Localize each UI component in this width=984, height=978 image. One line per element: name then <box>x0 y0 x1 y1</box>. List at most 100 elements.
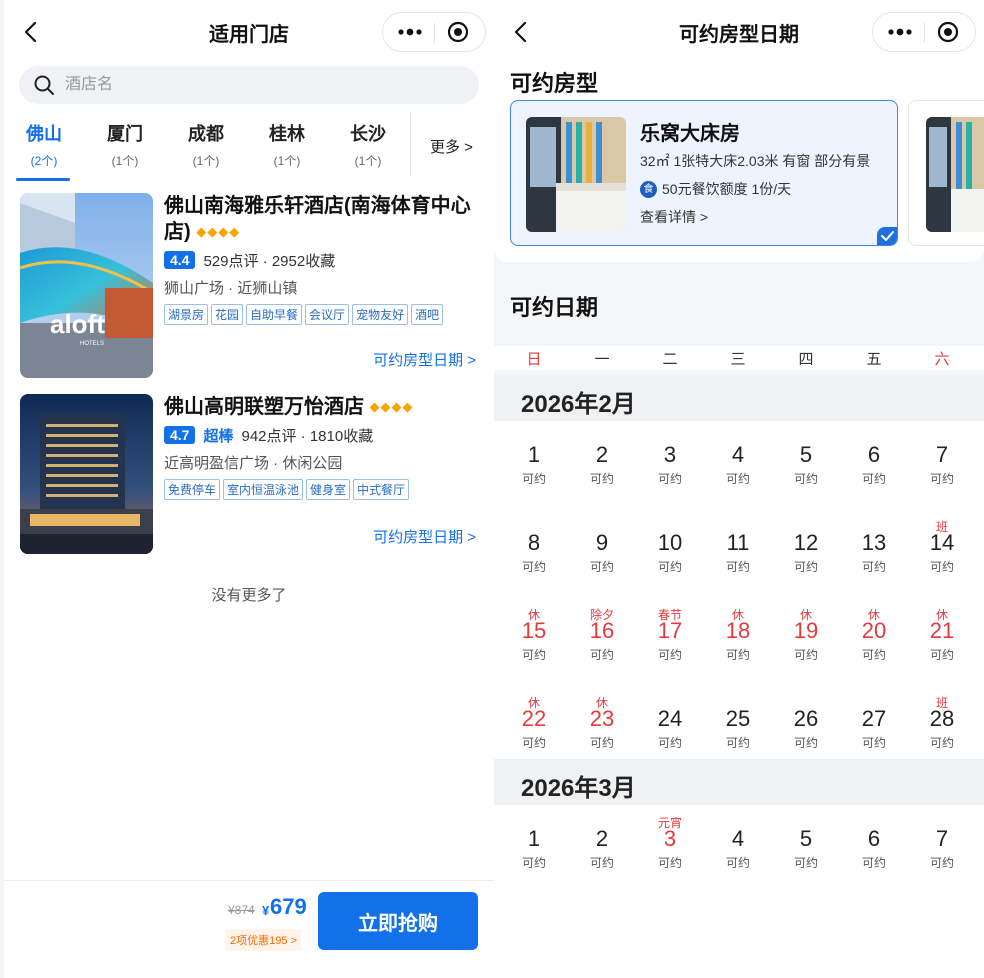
tab-changsha[interactable]: 长沙 (1个) <box>328 120 408 169</box>
day-number: 10 <box>657 530 683 555</box>
calendar-day[interactable]: 4 可约 <box>708 810 768 890</box>
tab-guilin[interactable]: 桂林 (1个) <box>247 120 327 169</box>
calendar-day[interactable]: 27 可约 <box>844 690 904 770</box>
day-availability: 可约 <box>589 472 614 486</box>
calendar-day[interactable]: 休 15 可约 <box>504 602 564 682</box>
day-number: 2 <box>595 442 609 467</box>
calendar-day[interactable]: 12 可约 <box>776 514 836 594</box>
hotel-photo: aloft HOTELS <box>20 193 153 378</box>
calendar-day[interactable]: 7 可约 <box>912 810 972 890</box>
calendar-day[interactable]: 7 可约 <box>912 426 972 506</box>
sale-price: 679 <box>270 894 307 919</box>
calendar-day[interactable]: 5 可约 <box>776 810 836 890</box>
hotel-card[interactable]: aloft HOTELS 佛山南海雅乐轩酒店(南海体育中心店) ◆◆◆◆ 4.4… <box>20 193 480 379</box>
close-target-icon[interactable] <box>937 21 959 43</box>
day-availability: 可约 <box>793 856 818 870</box>
day-availability: 可约 <box>521 856 546 870</box>
calendar-day[interactable]: 2 可约 <box>572 426 632 506</box>
weekday-label: 日 <box>526 351 542 368</box>
promo-badge[interactable]: 2项优惠195 > <box>226 929 301 951</box>
calendar-day[interactable]: 9 可约 <box>572 514 632 594</box>
calendar-day[interactable]: 休 22 可约 <box>504 690 564 770</box>
facility-tag: 湖景房 <box>164 304 209 325</box>
calendar-day[interactable]: 6 可约 <box>844 810 904 890</box>
calendar-day[interactable]: 1 可约 <box>504 810 564 890</box>
tab-foshan[interactable]: 佛山 (2个) <box>4 120 84 181</box>
day-number: 17 <box>657 618 683 643</box>
room-dates-link[interactable]: 可约房型日期 > <box>373 526 476 547</box>
room-dates-link[interactable]: 可约房型日期 > <box>373 349 476 370</box>
day-number: 3 <box>663 442 677 467</box>
hotel-photo <box>20 394 153 554</box>
calendar-day[interactable]: 5 可约 <box>776 426 836 506</box>
tabs-more-button[interactable]: 更多 > <box>430 136 473 157</box>
original-price: ¥874 <box>228 903 255 917</box>
day-number: 21 <box>929 618 955 643</box>
calendar-day[interactable]: 休 18 可约 <box>708 602 768 682</box>
more-dots-icon[interactable] <box>397 21 423 43</box>
hotel-card[interactable]: 佛山高明联塑万怡酒店 ◆◆◆◆ 4.7 超棒 942点评 · 1810收藏 近高… <box>20 394 480 580</box>
tab-xiamen[interactable]: 厦门 (1个) <box>85 120 165 169</box>
month-title: 2026年2月 <box>521 391 636 418</box>
nav-bar: 可约房型日期 <box>494 0 984 64</box>
day-number: 8 <box>527 530 541 555</box>
calendar-day[interactable]: 2 可约 <box>572 810 632 890</box>
calendar-day[interactable]: 26 可约 <box>776 690 836 770</box>
perk-text: 50元餐饮额度 1份/天 <box>662 181 792 197</box>
city-tabs: 佛山 (2个) 厦门 (1个) 成都 (1个) 桂林 (1个) 长沙 (1个) … <box>4 112 494 182</box>
calendar-day[interactable]: 班 14 可约 <box>912 514 972 594</box>
close-target-icon[interactable] <box>447 21 469 43</box>
hotel-info: 佛山南海雅乐轩酒店(南海体育中心店) ◆◆◆◆ 4.4 529点评 · 2952… <box>164 193 480 325</box>
calendar-day[interactable]: 24 可约 <box>640 690 700 770</box>
calendar-day[interactable]: 11 可约 <box>708 514 768 594</box>
tab-label: 佛山 <box>26 124 62 144</box>
calendar-day[interactable]: 休 19 可约 <box>776 602 836 682</box>
day-availability: 可约 <box>929 560 954 574</box>
calendar-day[interactable]: 8 可约 <box>504 514 564 594</box>
calendar-day[interactable]: 除夕 16 可约 <box>572 602 632 682</box>
hotel-tags: 湖景房 花园 自助早餐 会议厅 宠物友好 酒吧 <box>164 304 480 325</box>
calendar-day[interactable]: 春节 17 可约 <box>640 602 700 682</box>
calendar-day[interactable]: 10 可约 <box>640 514 700 594</box>
calendar-day[interactable]: 元宵 3 可约 <box>640 810 700 890</box>
calendar-day[interactable]: 13 可约 <box>844 514 904 594</box>
tab-chengdu[interactable]: 成都 (1个) <box>166 120 246 169</box>
weekday-label: 一 <box>594 351 610 368</box>
day-number: 12 <box>793 530 819 555</box>
facility-tag: 健身室 <box>306 479 351 500</box>
search-bar[interactable] <box>19 66 479 104</box>
calendar-day[interactable]: 休 23 可约 <box>572 690 632 770</box>
room-card[interactable] <box>908 100 984 246</box>
calendar-day[interactable]: 休 21 可约 <box>912 602 972 682</box>
day-number: 3 <box>663 826 677 851</box>
facility-tag: 自助早餐 <box>246 304 303 325</box>
day-availability: 可约 <box>521 736 546 750</box>
day-number: 23 <box>589 706 615 731</box>
calendar-day[interactable]: 1 可约 <box>504 426 564 506</box>
more-dots-icon[interactable] <box>887 21 913 43</box>
day-number: 22 <box>521 706 547 731</box>
room-type-panel: 可约房型 乐窝大床房 32㎡ 1张特大床2.03米 有窗 部分有景 食 50元餐… <box>494 56 984 262</box>
day-availability: 可约 <box>725 560 750 574</box>
day-availability: 可约 <box>929 856 954 870</box>
day-number: 13 <box>861 530 887 555</box>
hotel-name: 佛山高明联塑万怡酒店 ◆◆◆◆ <box>164 396 414 418</box>
tab-count: (1个) <box>192 154 220 168</box>
day-availability: 可约 <box>861 472 886 486</box>
calendar-day[interactable]: 3 可约 <box>640 426 700 506</box>
day-number: 5 <box>799 442 813 467</box>
day-availability: 可约 <box>589 560 614 574</box>
search-input[interactable] <box>65 66 445 104</box>
calendar-day[interactable]: 4 可约 <box>708 426 768 506</box>
calendar-day[interactable]: 25 可约 <box>708 690 768 770</box>
calendar-day[interactable]: 休 20 可约 <box>844 602 904 682</box>
room-card-selected[interactable]: 乐窝大床房 32㎡ 1张特大床2.03米 有窗 部分有景 食 50元餐饮额度 1… <box>510 100 898 246</box>
calendar-day[interactable]: 班 28 可约 <box>912 690 972 770</box>
room-detail-link[interactable]: 查看详情 > <box>640 207 708 227</box>
day-number: 11 <box>726 530 750 555</box>
calendar-day[interactable]: 6 可约 <box>844 426 904 506</box>
buy-now-button[interactable]: 立即抢购 <box>318 892 478 950</box>
day-availability: 可约 <box>929 648 954 662</box>
month-header: 2026年3月 <box>494 759 984 805</box>
rating-row: 4.7 超棒 942点评 · 1810收藏 <box>164 424 480 446</box>
